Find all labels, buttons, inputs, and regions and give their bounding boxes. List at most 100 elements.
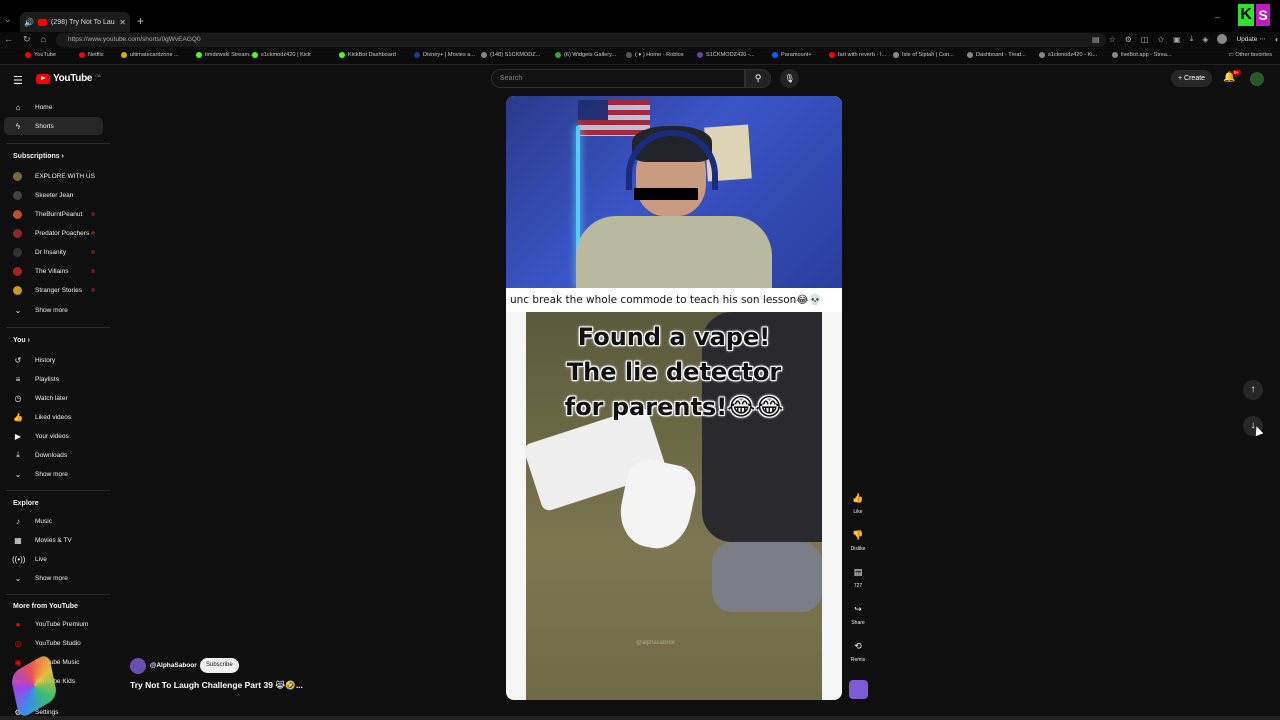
bookmark-item[interactable]: timdewski Stream... — [196, 52, 254, 58]
other-favorites[interactable]: ▭ Other favorites — [1228, 52, 1272, 58]
youtube-logo[interactable]: YouTube CA — [36, 73, 101, 84]
profile-avatar[interactable] — [1217, 34, 1228, 44]
update-button[interactable]: Update ⋯ — [1236, 35, 1265, 43]
reload-icon[interactable]: ↻ — [23, 34, 31, 45]
bookmark-item[interactable]: fart with reverb - I... — [829, 52, 886, 58]
bookmark-favicon-icon — [967, 52, 973, 58]
bookmark-item[interactable]: ultimatecardzone ... — [121, 52, 179, 58]
create-button[interactable]: + Create — [1171, 70, 1213, 87]
playlists-icon: ≡ — [15, 374, 21, 384]
search-input[interactable]: Search — [491, 69, 745, 88]
bookmark-item[interactable]: KickBot Dashboard — [339, 52, 396, 58]
sidebar-item-live[interactable]: ((•)) Live — [4, 550, 103, 568]
bookmark-item[interactable]: s1ckmodz420 - Ki... — [1039, 52, 1097, 58]
share-button[interactable]: ↪ Share — [849, 600, 867, 626]
shorts-video-player[interactable]: unc break the whole commode to teach his… — [506, 96, 842, 700]
minimize-icon[interactable]: – — [1215, 12, 1220, 22]
sidebar-item-liked-videos[interactable]: 👍 Liked videos — [4, 408, 103, 426]
sidebar-item-music[interactable]: ♪ Music — [4, 512, 103, 530]
channel-avatar — [13, 228, 22, 238]
tab-list-icon[interactable]: ⌄ — [4, 14, 16, 26]
sidebar-item-subscription[interactable]: Stranger Stories — [4, 281, 103, 299]
thumbs-down-icon: 👎 — [852, 530, 864, 540]
sidebar-item-subscription[interactable]: Skeeter Jean — [4, 186, 103, 204]
bookmark-item[interactable]: s1ckmodz420 | Kick — [252, 52, 311, 58]
previous-short-button[interactable]: ↑ — [1243, 380, 1263, 400]
home-icon: ⌂ — [15, 102, 21, 112]
share-icon: ↪ — [854, 604, 862, 614]
live-indicator-icon — [91, 269, 95, 273]
bookmark-item[interactable]: ( ♦ ) Home - Roblox — [626, 52, 684, 58]
reader-icon[interactable]: ▤ — [1092, 35, 1100, 44]
bookmark-item[interactable]: liveBot.app - Strea... — [1112, 52, 1172, 58]
url-field[interactable]: https://www.youtube.com/shorts/0gWvEAGQ0 — [56, 33, 1106, 47]
split-icon[interactable]: ◫ — [1141, 35, 1149, 44]
sidebar-item-playlists[interactable]: ≡ Playlists — [4, 370, 103, 388]
bookmark-item[interactable]: Isle of Siptah | Con... — [893, 52, 954, 58]
explore-header: Explore — [13, 500, 39, 507]
nav-buttons: ← ↻ ⌂ — [4, 34, 46, 45]
bookmark-item[interactable]: Netflix — [79, 52, 104, 58]
bookmark-favicon-icon — [697, 52, 703, 58]
bookmark-item[interactable]: Paramount+ — [772, 52, 812, 58]
show-more-explore[interactable]: ⌄ Show more — [4, 569, 103, 587]
browser-tab-bar: ⌄ 🔊 (298) Try Not To Laugh Challe ✕ + KS… — [0, 0, 1280, 32]
home-icon[interactable]: ⌂ — [41, 34, 46, 45]
subscriptions-header[interactable]: Subscriptions › — [13, 153, 64, 160]
sidebar-item-subscription[interactable]: EXPLORE WITH US — [4, 167, 103, 185]
sidebar-item-shorts[interactable]: ϟ Shorts — [4, 117, 103, 135]
channel-avatar — [13, 171, 22, 181]
close-tab-icon[interactable]: ✕ — [119, 18, 126, 27]
sidebar-item-home[interactable]: ⌂ Home — [4, 98, 103, 116]
remix-button[interactable]: ⟲ Remix — [849, 637, 867, 663]
sidebar-item-youtube-premium[interactable]: ● YouTube Premium — [4, 615, 103, 633]
bookmark-favicon-icon — [555, 52, 561, 58]
bookmark-item[interactable]: YouTube — [25, 52, 56, 58]
favorite-star-icon[interactable]: ☆ — [1109, 35, 1116, 44]
user-avatar[interactable] — [1250, 72, 1264, 86]
sidebar-item-youtube-studio[interactable]: ◎ YouTube Studio — [4, 634, 103, 652]
audio-source-thumbnail[interactable] — [849, 680, 868, 699]
downloads-icon[interactable]: ⤓ — [1190, 34, 1194, 44]
extensions-icon[interactable]: ⚙ — [1125, 35, 1132, 44]
sidebar-item-history[interactable]: ↺ History — [4, 351, 103, 369]
show-more-subscriptions[interactable]: ⌄ Show more — [4, 301, 103, 319]
browser-tab-active[interactable]: 🔊 (298) Try Not To Laugh Challe ✕ — [20, 12, 130, 32]
back-icon[interactable]: ← — [4, 34, 13, 45]
bookmark-item[interactable]: S1CKMODZ420 -... — [697, 52, 755, 58]
sidebar-item-watch-later[interactable]: ◷ Watch later — [4, 389, 103, 407]
sidebar-item-subscription[interactable]: Dr Insanity — [4, 243, 103, 261]
bookmark-favicon-icon — [25, 52, 31, 58]
copilot-icon[interactable]: ◐ — [1275, 35, 1280, 44]
dislike-button[interactable]: 👎 Dislike — [849, 526, 867, 552]
sidebar-item-downloads[interactable]: ⤓ Downloads — [4, 446, 103, 464]
bookmark-item[interactable]: Disney+ | Movies a... — [414, 52, 475, 58]
arrow-up-icon: ↑ — [1250, 384, 1256, 395]
favorites-icon[interactable]: ✩ — [1157, 35, 1164, 44]
sidebar-item-subscription[interactable]: The Villains — [4, 262, 103, 280]
bookmark-item[interactable]: (148) S1CKMODZ... — [481, 52, 540, 58]
new-tab-button[interactable]: + — [137, 14, 144, 28]
channel-avatar[interactable] — [130, 658, 146, 674]
search-button[interactable]: ⚲ — [745, 69, 771, 88]
subscribe-button[interactable]: Subscribe — [200, 658, 239, 673]
short-title[interactable]: Try Not To Laugh Challenge Part 39 😹🤣... — [130, 680, 303, 691]
sidebar-item-your-videos[interactable]: ▶ Your videos — [4, 427, 103, 445]
puzzle-icon[interactable]: ◈ — [1202, 35, 1208, 44]
sidebar-item-subscription[interactable]: TheBurntPeanut — [4, 205, 103, 223]
channel-avatar — [13, 190, 22, 200]
menu-icon[interactable]: ☰ — [13, 74, 23, 87]
bookmark-item[interactable]: (6) Widgets Gallery... — [555, 52, 616, 58]
voice-search-button[interactable]: 🎙 — [780, 69, 799, 88]
show-more-you[interactable]: ⌄ Show more — [4, 465, 103, 483]
divider — [6, 490, 110, 491]
you-header[interactable]: You › — [13, 337, 30, 344]
sidebar-item-movies-tv[interactable]: ▦ Movies & TV — [4, 531, 103, 549]
collections-icon[interactable]: ▣ — [1173, 35, 1181, 44]
comments-button[interactable]: ▤ 727 — [849, 563, 867, 589]
bookmark-favicon-icon — [339, 52, 345, 58]
channel-name[interactable]: @AlphaSaboor — [150, 662, 197, 669]
bookmark-item[interactable]: Dashboard - Treat... — [967, 52, 1026, 58]
like-button[interactable]: 👍 Like — [849, 489, 867, 515]
sidebar-item-subscription[interactable]: Predator Poachers — [4, 224, 103, 242]
